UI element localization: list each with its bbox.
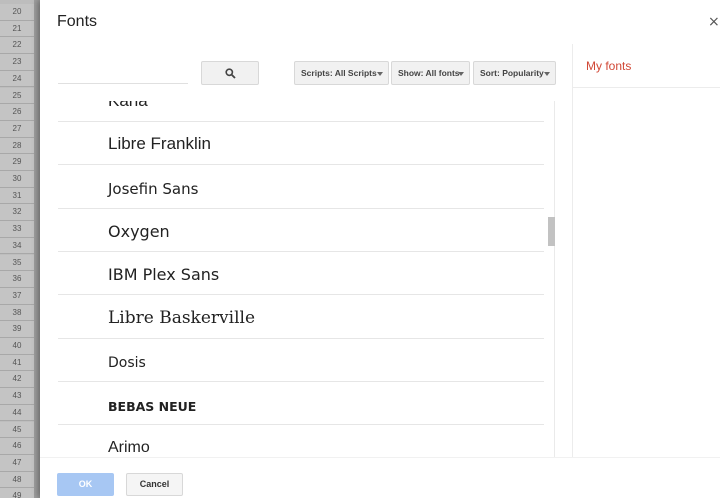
row-number: 47 [0, 454, 34, 472]
row-number: 24 [0, 70, 34, 88]
font-list-item[interactable]: Josefin Sans [58, 166, 544, 209]
row-number: 35 [0, 254, 34, 272]
row-number: 39 [0, 321, 34, 338]
row-number: 45 [0, 421, 34, 439]
font-name: IBM Plex Sans [108, 265, 220, 285]
font-name: Libre Franklin [108, 134, 211, 154]
row-number: 48 [0, 471, 34, 489]
sort-filter-label: Sort: Popularity [480, 68, 544, 78]
show-filter-dropdown[interactable]: Show: All fonts [391, 61, 470, 85]
font-list-item[interactable]: BEBAS NEUE [58, 382, 544, 426]
row-number: 44 [0, 404, 34, 422]
row-number: 43 [0, 388, 34, 405]
font-list-item[interactable]: Karla [58, 101, 544, 122]
font-name: Libre Baskerville [108, 307, 256, 328]
scripts-filter-dropdown[interactable]: Scripts: All Scripts [294, 61, 389, 85]
row-number: 26 [0, 104, 34, 121]
row-number: 23 [0, 54, 34, 71]
font-search-input[interactable] [58, 62, 188, 84]
row-number: 40 [0, 338, 34, 355]
font-list-item[interactable]: Dosis [58, 339, 544, 382]
my-fonts-title: My fonts [586, 59, 632, 73]
font-name: BEBAS NEUE [108, 399, 197, 415]
font-name: Arimo [108, 439, 150, 457]
row-number: 37 [0, 287, 34, 305]
row-number: 34 [0, 237, 34, 255]
row-number: 22 [0, 37, 34, 55]
row-number: 33 [0, 221, 34, 238]
dropdown-caret-icon [377, 72, 383, 76]
row-number: 28 [0, 137, 34, 155]
row-number: 41 [0, 354, 34, 372]
row-number: 20 [0, 4, 34, 21]
my-fonts-panel: My fonts [572, 44, 720, 457]
font-list-scrollbar-thumb[interactable] [548, 217, 555, 246]
row-number: 29 [0, 154, 34, 171]
row-number: 46 [0, 438, 34, 455]
divider [573, 87, 720, 88]
font-name: Karla [108, 101, 148, 111]
row-number: 30 [0, 171, 34, 188]
cancel-button[interactable]: Cancel [126, 473, 183, 496]
row-number: 25 [0, 87, 34, 105]
dropdown-caret-icon [458, 72, 464, 76]
row-number: 42 [0, 371, 34, 389]
font-list-item[interactable]: Libre Baskerville [58, 296, 544, 339]
font-name: Dosis [108, 354, 146, 371]
search-button[interactable] [201, 61, 259, 85]
row-number: 36 [0, 271, 34, 288]
font-name: Josefin Sans [108, 179, 199, 198]
fonts-dialog: Fonts × Scripts: All Scripts Show: All f… [40, 0, 720, 498]
show-filter-label: Show: All fonts [398, 68, 460, 78]
dialog-title: Fonts [57, 13, 98, 30]
row-number: 21 [0, 20, 34, 38]
ok-button[interactable]: OK [57, 473, 114, 496]
row-number: 32 [0, 204, 34, 222]
font-list-item[interactable]: IBM Plex Sans [58, 252, 544, 296]
font-list-item[interactable]: Arimo [58, 425, 544, 457]
dropdown-caret-icon [544, 72, 550, 76]
font-list-item[interactable]: Oxygen [58, 209, 544, 252]
search-icon [225, 68, 236, 79]
divider [40, 457, 720, 458]
row-number: 27 [0, 120, 34, 138]
row-number: 49 [0, 488, 34, 498]
font-list[interactable]: Karla Libre Franklin Josefin Sans Oxygen IBM… [58, 101, 555, 457]
scripts-filter-label: Scripts: All Scripts [301, 68, 377, 78]
row-number: 38 [0, 304, 34, 322]
sort-filter-dropdown[interactable]: Sort: Popularity [473, 61, 556, 85]
font-list-item[interactable]: Libre Franklin [58, 122, 544, 166]
close-icon[interactable]: × [708, 14, 720, 30]
font-name: Oxygen [108, 221, 170, 241]
row-number: 31 [0, 187, 34, 205]
